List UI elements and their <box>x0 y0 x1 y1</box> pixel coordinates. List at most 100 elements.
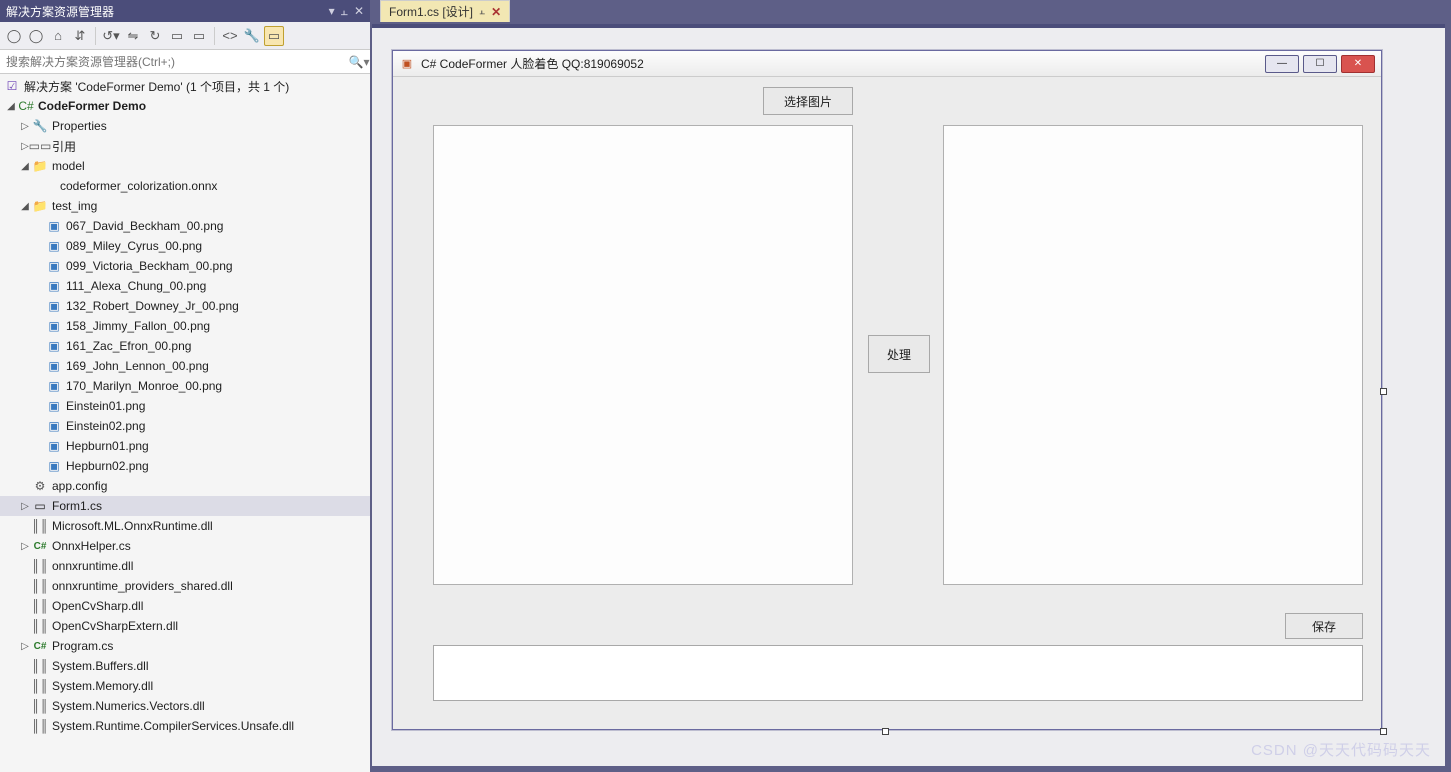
references-node[interactable]: ▷ ▭▭ 引用 <box>0 136 370 156</box>
form-body: 选择图片 处理 保存 <box>393 77 1381 729</box>
image-icon: ▣ <box>46 238 62 254</box>
references-icon: ▭▭ <box>32 138 48 154</box>
solution-node[interactable]: ☑ 解决方案 'CodeFormer Demo' (1 个项目，共 1 个) <box>0 76 370 96</box>
image-file-node[interactable]: ▣132_Robert_Downey_Jr_00.png <box>0 296 370 316</box>
search-icon[interactable]: 🔍▾ <box>348 55 370 69</box>
panel-dropdown-icon[interactable]: ▾ <box>329 4 335 19</box>
solution-tree[interactable]: ☑ 解决方案 'CodeFormer Demo' (1 个项目，共 1 个) ◢… <box>0 74 370 772</box>
dll-node[interactable]: ║║ System.Memory.dll <box>0 676 370 696</box>
model-folder-label: model <box>52 159 85 173</box>
solution-label: 解决方案 'CodeFormer Demo' (1 个项目，共 1 个) <box>24 78 289 95</box>
form1-node[interactable]: ▷ ▭ Form1.cs <box>0 496 370 516</box>
minimize-icon[interactable]: — <box>1265 55 1299 73</box>
image-file-node[interactable]: ▣067_David_Beckham_00.png <box>0 216 370 236</box>
properties-node[interactable]: ▷ 🔧 Properties <box>0 116 370 136</box>
process-button[interactable]: 处理 <box>868 335 930 373</box>
tb-home-icon[interactable]: ⌂ <box>48 26 68 46</box>
expand-icon[interactable]: ▷ <box>18 541 32 552</box>
tb-properties-icon[interactable]: 🔧 <box>242 26 262 46</box>
dll-node[interactable]: ║║ OpenCvSharpExtern.dll <box>0 616 370 636</box>
dll-node[interactable]: ║║ OpenCvSharp.dll <box>0 596 370 616</box>
model-folder-node[interactable]: ◢ 📁 model <box>0 156 370 176</box>
editor-area: Form1.cs [设计] ⫠ ✕ ▣ C# CodeFormer 人脸着色 Q… <box>370 0 1451 772</box>
close-tab-icon[interactable]: ✕ <box>491 5 501 19</box>
dll-node[interactable]: ║║ Microsoft.ML.OnnxRuntime.dll <box>0 516 370 536</box>
document-tab[interactable]: Form1.cs [设计] ⫠ ✕ <box>380 0 510 22</box>
search-input[interactable] <box>0 53 348 71</box>
maximize-icon[interactable]: ☐ <box>1303 55 1337 73</box>
right-image-panel[interactable] <box>943 125 1363 585</box>
expand-icon[interactable]: ▷ <box>18 121 32 132</box>
winform-designer[interactable]: ▣ C# CodeFormer 人脸着色 QQ:819069052 — ☐ ✕ … <box>392 50 1382 730</box>
expand-icon[interactable]: ▷ <box>18 501 32 512</box>
dll-icon: ║║ <box>32 598 48 614</box>
watermark: CSDN @天天代码码天天 <box>1251 739 1431 760</box>
tb-forward-icon[interactable]: ◯ <box>26 26 46 46</box>
select-image-button[interactable]: 选择图片 <box>763 87 853 115</box>
image-file-node[interactable]: ▣Hepburn02.png <box>0 456 370 476</box>
expand-icon[interactable]: ◢ <box>18 161 32 172</box>
cs-icon: C# <box>32 538 48 554</box>
expand-icon[interactable]: ◢ <box>18 201 32 212</box>
panel-pin-icon[interactable]: ⫠ <box>341 4 348 19</box>
panel-close-icon[interactable]: ✕ <box>354 4 364 19</box>
left-image-panel[interactable] <box>433 125 853 585</box>
cs-node[interactable]: ▷ C# Program.cs <box>0 636 370 656</box>
image-file-node[interactable]: ▣Hepburn01.png <box>0 436 370 456</box>
image-file-node[interactable]: ▣158_Jimmy_Fallon_00.png <box>0 316 370 336</box>
dll-node[interactable]: ║║ onnxruntime.dll <box>0 556 370 576</box>
image-file-node[interactable]: ▣Einstein02.png <box>0 416 370 436</box>
folder-icon: 📁 <box>32 158 48 174</box>
image-file-node[interactable]: ▣099_Victoria_Beckham_00.png <box>0 256 370 276</box>
resize-handle-s[interactable] <box>882 728 889 735</box>
tb-swap-icon[interactable]: ⇵ <box>70 26 90 46</box>
expand-icon[interactable]: ▷ <box>18 641 32 652</box>
csproj-icon: C# <box>18 98 34 114</box>
image-file-node[interactable]: ▣089_Miley_Cyrus_00.png <box>0 236 370 256</box>
image-icon: ▣ <box>46 358 62 374</box>
model-file-node[interactable]: codeformer_colorization.onnx <box>0 176 370 196</box>
testimg-folder-node[interactable]: ◢ 📁 test_img <box>0 196 370 216</box>
image-file-label: 169_John_Lennon_00.png <box>66 359 209 373</box>
panel-header: 解决方案资源管理器 ▾ ⫠ ✕ <box>0 0 370 22</box>
tb-back-icon[interactable]: ◯ <box>4 26 24 46</box>
image-file-node[interactable]: ▣ 169_John_Lennon_00.png <box>0 356 370 376</box>
dll-node[interactable]: ║║ System.Buffers.dll <box>0 656 370 676</box>
image-file-node[interactable]: ▣111_Alexa_Chung_00.png <box>0 276 370 296</box>
cs-node[interactable]: ▷ C# OnnxHelper.cs <box>0 536 370 556</box>
close-icon[interactable]: ✕ <box>1341 55 1375 73</box>
image-file-node[interactable]: ▣161_Zac_Efron_00.png <box>0 336 370 356</box>
image-icon: ▣ <box>46 458 62 474</box>
cs-label: OnnxHelper.cs <box>52 539 131 553</box>
dll-node[interactable]: ║║ System.Runtime.CompilerServices.Unsaf… <box>0 716 370 736</box>
dll-node[interactable]: ║║ System.Numerics.Vectors.dll <box>0 696 370 716</box>
solution-toolbar: ◯ ◯ ⌂ ⇵ ↺▾ ⇋ ↻ ▭ ▭ <> 🔧 ▭ <box>0 22 370 50</box>
resize-handle-e[interactable] <box>1380 388 1387 395</box>
pin-icon[interactable]: ⫠ <box>479 6 485 17</box>
dll-label: onnxruntime.dll <box>52 559 133 573</box>
project-node[interactable]: ◢ C# CodeFormer Demo <box>0 96 370 116</box>
image-file-label: Einstein01.png <box>66 399 145 413</box>
tb-undo-icon[interactable]: ⇋ <box>123 26 143 46</box>
expand-icon[interactable]: ◢ <box>4 101 18 112</box>
tb-refresh-icon[interactable]: ↻ <box>145 26 165 46</box>
solution-explorer-panel: 解决方案资源管理器 ▾ ⫠ ✕ ◯ ◯ ⌂ ⇵ ↺▾ ⇋ ↻ ▭ ▭ <> 🔧 … <box>0 0 370 772</box>
dll-label: OpenCvSharp.dll <box>52 599 143 613</box>
tb-collapse-icon[interactable]: ▭ <box>167 26 187 46</box>
image-file-node[interactable]: ▣170_Marilyn_Monroe_00.png <box>0 376 370 396</box>
log-textbox[interactable] <box>433 645 1363 701</box>
design-surface[interactable]: ▣ C# CodeFormer 人脸着色 QQ:819069052 — ☐ ✕ … <box>372 24 1445 766</box>
references-label: 引用 <box>52 138 76 155</box>
tb-sync-icon[interactable]: ↺▾ <box>101 26 121 46</box>
resize-handle-se[interactable] <box>1380 728 1387 735</box>
image-file-node[interactable]: ▣Einstein01.png <box>0 396 370 416</box>
dll-icon: ║║ <box>32 698 48 714</box>
tb-code-icon[interactable]: <> <box>220 26 240 46</box>
tb-preview-icon[interactable]: ▭ <box>264 26 284 46</box>
appconfig-node[interactable]: ⚙ app.config <box>0 476 370 496</box>
tb-showall-icon[interactable]: ▭ <box>189 26 209 46</box>
save-button[interactable]: 保存 <box>1285 613 1363 639</box>
dll-icon: ║║ <box>32 618 48 634</box>
dll-node[interactable]: ║║ onnxruntime_providers_shared.dll <box>0 576 370 596</box>
form-title: C# CodeFormer 人脸着色 QQ:819069052 <box>421 55 1259 72</box>
